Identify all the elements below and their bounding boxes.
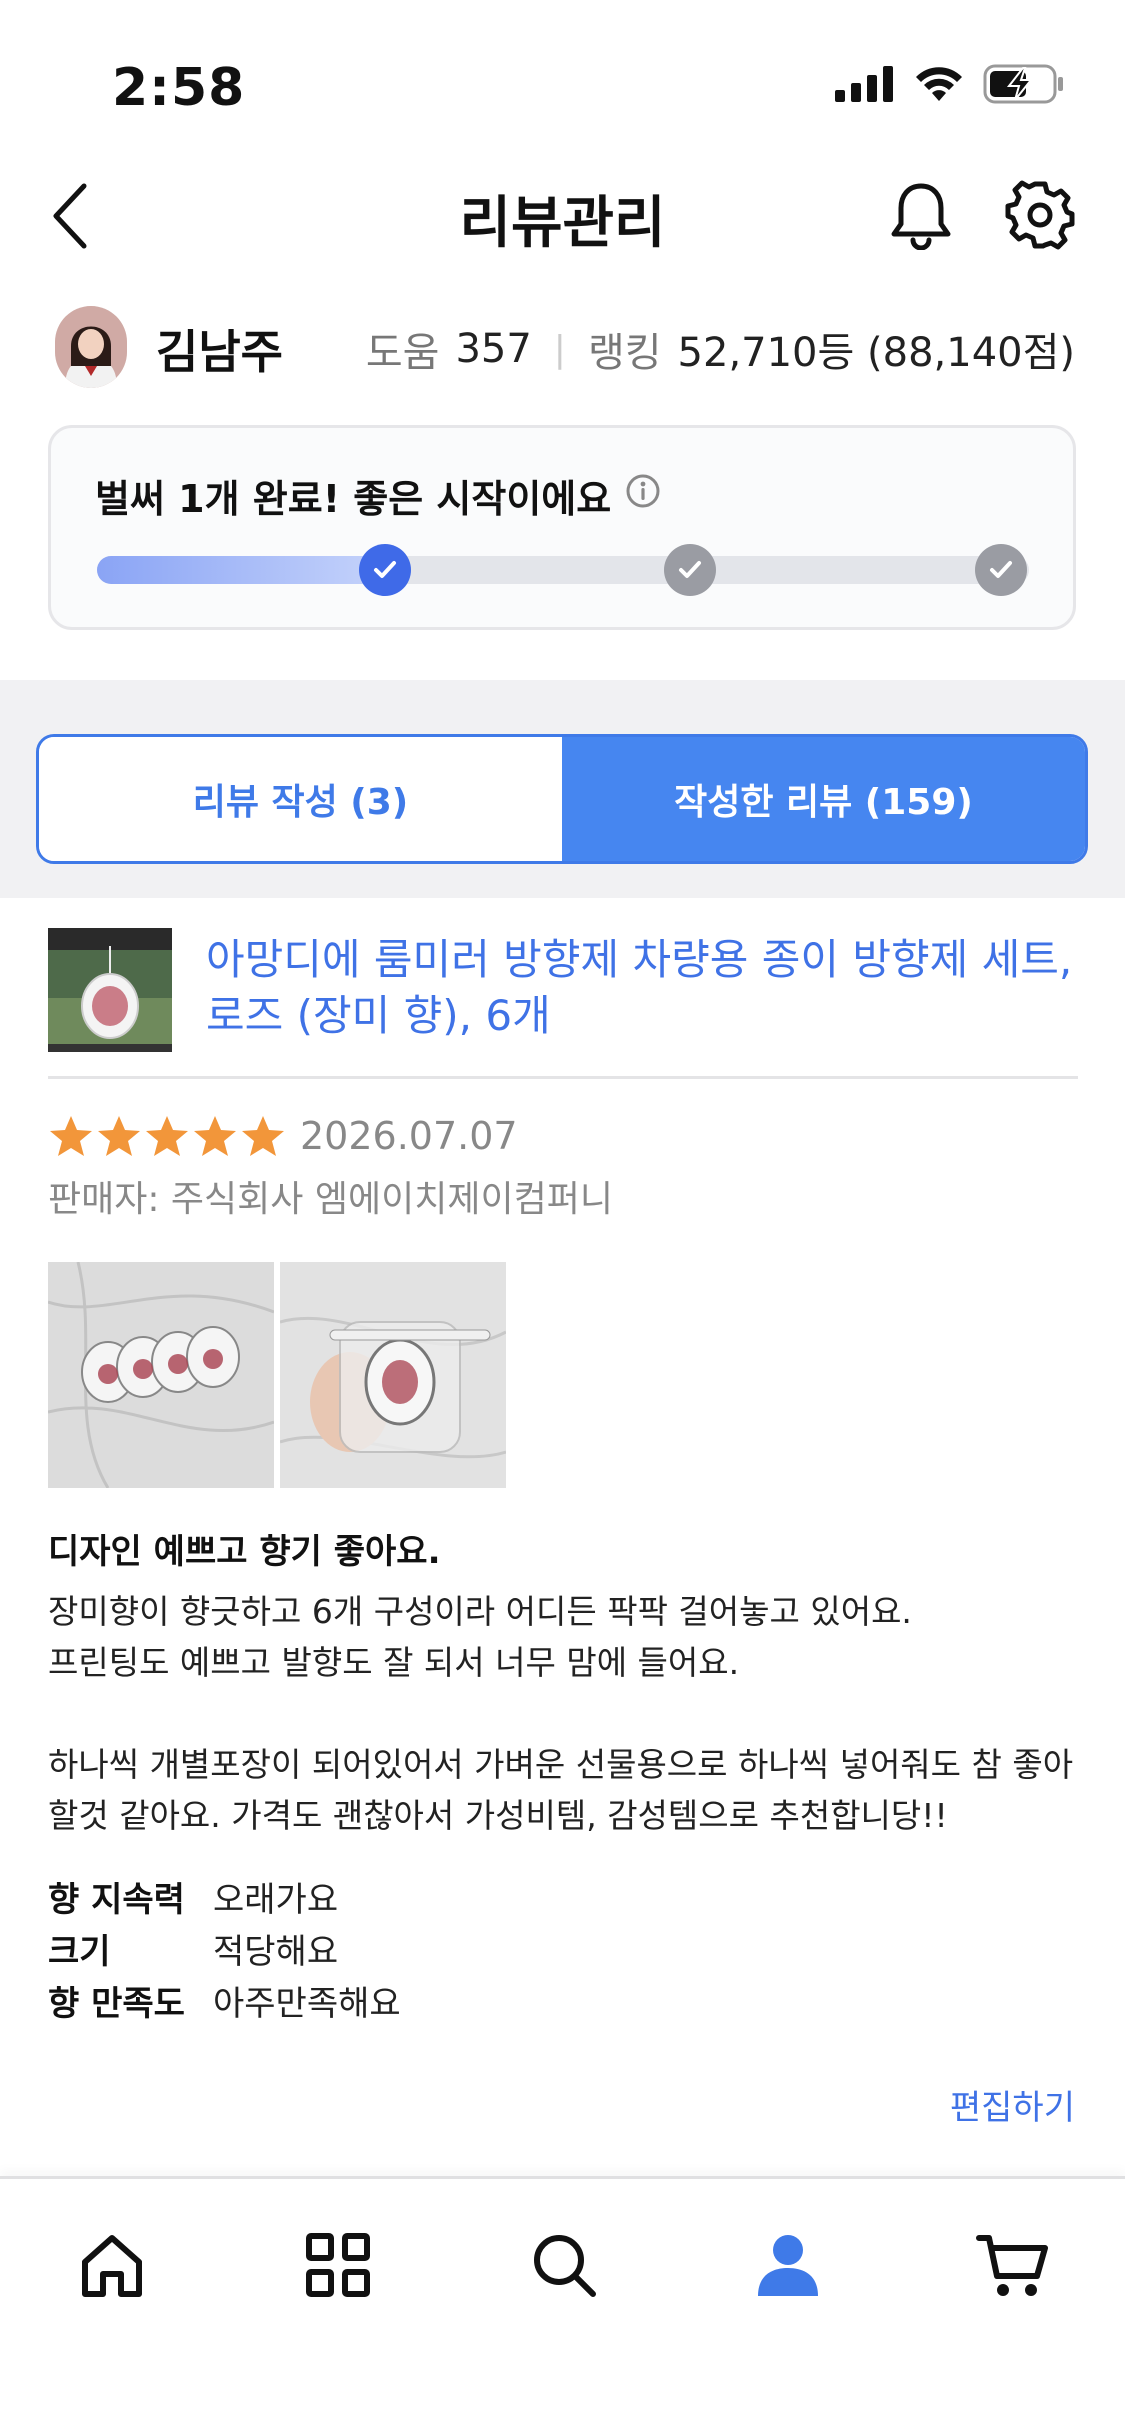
review-body: 장미향이 향긋하고 6개 구성이라 어디든 팍팍 걸어놓고 있어요. 프린팅도 … (48, 1586, 1088, 1841)
cart-icon (976, 2235, 1048, 2296)
review-attributes: 향 지속력 오래가요 크기 적당해요 향 만족도 아주만족해요 (48, 1870, 401, 2026)
notifications-button[interactable] (888, 180, 954, 251)
settings-button[interactable] (1005, 180, 1075, 250)
status-bar: 2:58 (0, 0, 1125, 150)
review-photo-2[interactable] (280, 1262, 506, 1488)
attribute-row: 향 만족도 아주만족해요 (48, 1974, 401, 2026)
attribute-row: 향 지속력 오래가요 (48, 1870, 401, 1922)
review-body-line: 프린팅도 예쁘고 발향도 잘 되서 너무 맘에 들어요. (48, 1643, 740, 1682)
star-icon (194, 1116, 236, 1156)
help-label: 도움 (365, 330, 440, 376)
review-photo-image (280, 1262, 506, 1488)
attribute-row: 크기 적당해요 (48, 1922, 401, 1974)
star-icon (146, 1116, 188, 1156)
review-photo-1[interactable] (48, 1262, 274, 1488)
star-icon (242, 1116, 284, 1156)
edit-review-link[interactable]: 편집하기 (950, 2080, 1075, 2129)
signal-icon (835, 66, 893, 102)
product-name-link[interactable]: 아망디에 룸미러 방향제 차량용 종이 방향제 세트, 로즈 (장미 향), 6… (206, 932, 1086, 1044)
review-body-line: 하나씩 개별포장이 되어있어서 가벼운 선물용으로 하나씩 넣어줘도 참 좋아할… (48, 1745, 1074, 1835)
tab-written-reviews[interactable]: 작성한 리뷰 (159) (562, 737, 1085, 861)
step-1-check (359, 544, 411, 596)
review-tabs: 리뷰 작성 (3) 작성한 리뷰 (159) (36, 734, 1088, 864)
grid-icon (306, 2233, 370, 2297)
status-icons (835, 64, 1065, 104)
page-title: 리뷰관리 (459, 191, 666, 256)
person-icon (758, 2235, 818, 2296)
star-icon (98, 1116, 140, 1156)
review-date: 2026.07.07 (300, 1114, 518, 1158)
gear-icon (1005, 180, 1075, 250)
search-icon (534, 2235, 596, 2297)
attribute-value: 오래가요 (213, 1879, 339, 1920)
attribute-value: 적당해요 (213, 1931, 339, 1972)
divider (48, 1076, 1078, 1079)
battery-charging-icon (983, 64, 1063, 104)
star-icon (50, 1116, 92, 1156)
stat-divider: | (553, 328, 566, 370)
status-time: 2:58 (112, 58, 246, 118)
review-photos (48, 1262, 506, 1488)
review-progress-card: 벌써 1개 완료! 좋은 시작이에요 (48, 425, 1076, 630)
review-body-line: 장미향이 향긋하고 6개 구성이라 어디든 팍팍 걸어놓고 있어요. (48, 1592, 912, 1631)
attribute-key: 크기 (48, 1931, 111, 1972)
profile-summary: 김남주 도움 357 | 랭킹 52,710등 (88,140점) (0, 300, 1125, 400)
wifi-icon (916, 67, 962, 101)
attribute-key: 향 만족도 (48, 1983, 185, 2024)
seller-name: 판매자: 주식회사 엠에이치제이컴퍼니 (48, 1179, 613, 1220)
product-thumbnail[interactable] (48, 928, 172, 1052)
rank-value: 52,710등 (88,140점) (677, 330, 1075, 376)
step-3-check (975, 544, 1027, 596)
nav-cart[interactable] (972, 2225, 1052, 2305)
avatar[interactable] (55, 306, 127, 388)
review-headline: 디자인 예쁘고 향기 좋아요. (48, 1532, 441, 1572)
step-2-check (664, 544, 716, 596)
progress-message: 벌써 1개 완료! 좋은 시작이에요 (95, 477, 612, 521)
progress-track (97, 544, 1029, 596)
review-photo-image (48, 1262, 274, 1488)
rank-label: 랭킹 (587, 330, 662, 376)
tab-write-review[interactable]: 리뷰 작성 (3) (39, 737, 562, 861)
attribute-value: 아주만족해요 (213, 1983, 401, 2024)
tab-section: 리뷰 작성 (3) 작성한 리뷰 (159) (0, 680, 1125, 898)
home-icon (82, 2235, 142, 2297)
nav-search[interactable] (524, 2225, 604, 2305)
product-row[interactable]: 아망디에 룸미러 방향제 차량용 종이 방향제 세트, 로즈 (장미 향), 6… (0, 898, 1125, 1078)
info-icon (626, 474, 660, 508)
star-rating (48, 1113, 286, 1159)
profile-name: 김남주 (156, 325, 283, 379)
check-icon (679, 561, 701, 578)
check-icon (374, 561, 396, 578)
nav-home[interactable] (72, 2225, 152, 2305)
help-count: 357 (455, 326, 532, 372)
app-header: 리뷰관리 (0, 160, 1125, 270)
nav-my-page[interactable] (748, 2225, 828, 2305)
avatar-image (55, 306, 127, 388)
product-image (48, 928, 172, 1052)
nav-categories[interactable] (298, 2225, 378, 2305)
check-icon (990, 561, 1012, 578)
bell-icon (891, 183, 951, 251)
bottom-nav (0, 2176, 1125, 2436)
profile-stats: 도움 357 | 랭킹 52,710등 (88,140점) (366, 320, 1075, 378)
attribute-key: 향 지속력 (48, 1879, 185, 1920)
progress-title: 벌써 1개 완료! 좋은 시작이에요 (95, 468, 661, 523)
rating-row: 2026.07.07 (48, 1108, 518, 1164)
info-button[interactable] (625, 473, 661, 518)
